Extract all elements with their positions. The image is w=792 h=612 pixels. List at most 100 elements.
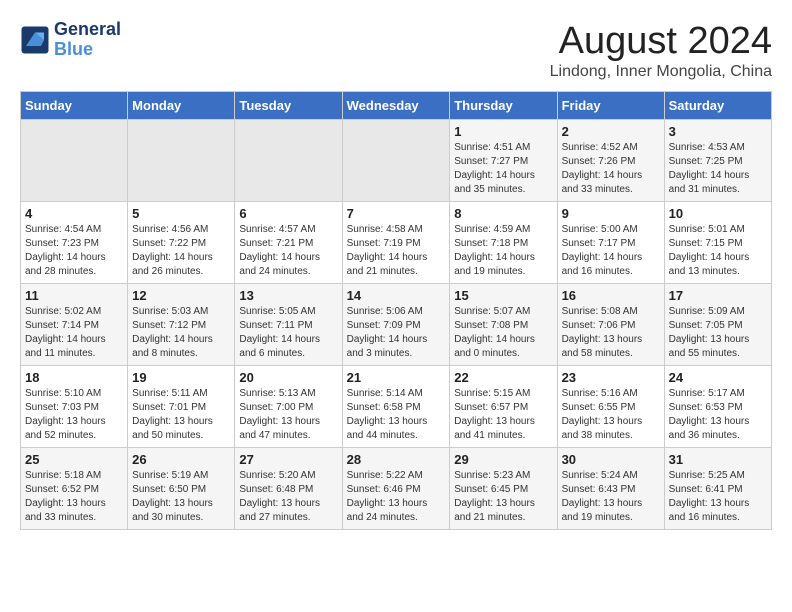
calendar-cell: 6 Sunrise: 4:57 AM Sunset: 7:21 PM Daylig… — [235, 202, 342, 284]
day-info: Sunrise: 5:10 AM Sunset: 7:03 PM Dayligh… — [25, 387, 123, 443]
calendar-cell: 30Sunrise: 5:24 AM Sunset: 6:43 PM Dayli… — [557, 448, 664, 530]
day-number: 6 — [239, 206, 337, 221]
calendar-cell: 8Sunrise: 4:59 AM Sunset: 7:18 PM Daylig… — [450, 202, 557, 284]
day-info: Sunrise: 5:02 AM Sunset: 7:14 PM Dayligh… — [25, 305, 123, 361]
calendar-cell: 27 Sunrise: 5:20 AM Sunset: 6:48 PM Dayli… — [235, 448, 342, 530]
day-info: Sunrise: 5:25 AM Sunset: 6:41 PM Dayligh… — [669, 469, 767, 525]
logo: General Blue — [20, 20, 121, 60]
calendar-cell: 20Sunrise: 5:13 AM Sunset: 7:00 PM Dayli… — [235, 366, 342, 448]
day-number: 10 — [669, 206, 767, 221]
day-number: 20 — [239, 370, 337, 385]
calendar-cell: 22 Sunrise: 5:15 AM Sunset: 6:57 PM Dayli… — [450, 366, 557, 448]
day-info: Sunrise: 4:54 AM Sunset: 7:23 PM Dayligh… — [25, 223, 123, 279]
day-info: Sunrise: 5:11 AM Sunset: 7:01 PM Dayligh… — [132, 387, 230, 443]
calendar-cell: 12Sunrise: 5:03 AM Sunset: 7:12 PM Dayli… — [128, 284, 235, 366]
calendar-week-4: 18 Sunrise: 5:10 AM Sunset: 7:03 PM Dayli… — [21, 366, 772, 448]
day-number: 8 — [454, 206, 552, 221]
calendar-cell: 31 Sunrise: 5:25 AM Sunset: 6:41 PM Dayli… — [664, 448, 771, 530]
calendar-header-row: Sunday Monday Tuesday Wednesday Thursday… — [21, 92, 772, 120]
day-number: 19 — [132, 370, 230, 385]
day-number: 15 — [454, 288, 552, 303]
day-number: 2 — [562, 124, 660, 139]
day-number: 26 — [132, 452, 230, 467]
day-number: 18 — [25, 370, 123, 385]
calendar-cell: 26 Sunrise: 5:19 AM Sunset: 6:50 PM Dayli… — [128, 448, 235, 530]
day-number: 24 — [669, 370, 767, 385]
day-info: Sunrise: 4:53 AM Sunset: 7:25 PM Dayligh… — [669, 141, 767, 197]
calendar-table: Sunday Monday Tuesday Wednesday Thursday… — [20, 91, 772, 530]
col-tuesday: Tuesday — [235, 92, 342, 120]
day-info: Sunrise: 5:20 AM Sunset: 6:48 PM Dayligh… — [239, 469, 337, 525]
calendar-cell: 13 Sunrise: 5:05 AM Sunset: 7:11 PM Dayli… — [235, 284, 342, 366]
day-number: 27 — [239, 452, 337, 467]
col-friday: Friday — [557, 92, 664, 120]
calendar-cell: 29 Sunrise: 5:23 AM Sunset: 6:45 PM Dayli… — [450, 448, 557, 530]
calendar-cell: 17 Sunrise: 5:09 AM Sunset: 7:05 PM Dayli… — [664, 284, 771, 366]
day-info: Sunrise: 5:08 AM Sunset: 7:06 PM Dayligh… — [562, 305, 660, 361]
day-info: Sunrise: 5:23 AM Sunset: 6:45 PM Dayligh… — [454, 469, 552, 525]
calendar-cell: 15 Sunrise: 5:07 AM Sunset: 7:08 PM Dayli… — [450, 284, 557, 366]
calendar-cell: 1 Sunrise: 4:51 AM Sunset: 7:27 PM Daylig… — [450, 120, 557, 202]
calendar-week-3: 11 Sunrise: 5:02 AM Sunset: 7:14 PM Dayli… — [21, 284, 772, 366]
day-info: Sunrise: 5:14 AM Sunset: 6:58 PM Dayligh… — [347, 387, 446, 443]
calendar-week-1: 1 Sunrise: 4:51 AM Sunset: 7:27 PM Daylig… — [21, 120, 772, 202]
calendar-week-2: 4 Sunrise: 4:54 AM Sunset: 7:23 PM Daylig… — [21, 202, 772, 284]
day-info: Sunrise: 5:16 AM Sunset: 6:55 PM Dayligh… — [562, 387, 660, 443]
calendar-cell — [128, 120, 235, 202]
calendar-cell: 28 Sunrise: 5:22 AM Sunset: 6:46 PM Dayli… — [342, 448, 450, 530]
calendar-cell — [342, 120, 450, 202]
day-info: Sunrise: 5:01 AM Sunset: 7:15 PM Dayligh… — [669, 223, 767, 279]
calendar-cell — [235, 120, 342, 202]
logo-icon — [20, 25, 50, 55]
page-header: General Blue August 2024 Lindong, Inner … — [20, 20, 772, 81]
day-info: Sunrise: 5:03 AM Sunset: 7:12 PM Dayligh… — [132, 305, 230, 361]
day-info: Sunrise: 5:00 AM Sunset: 7:17 PM Dayligh… — [562, 223, 660, 279]
day-number: 25 — [25, 452, 123, 467]
day-number: 22 — [454, 370, 552, 385]
day-info: Sunrise: 5:24 AM Sunset: 6:43 PM Dayligh… — [562, 469, 660, 525]
calendar-week-5: 25 Sunrise: 5:18 AM Sunset: 6:52 PM Dayli… — [21, 448, 772, 530]
day-number: 13 — [239, 288, 337, 303]
calendar-cell: 18 Sunrise: 5:10 AM Sunset: 7:03 PM Dayli… — [21, 366, 128, 448]
day-info: Sunrise: 4:51 AM Sunset: 7:27 PM Dayligh… — [454, 141, 552, 197]
col-wednesday: Wednesday — [342, 92, 450, 120]
day-info: Sunrise: 5:19 AM Sunset: 6:50 PM Dayligh… — [132, 469, 230, 525]
day-number: 28 — [347, 452, 446, 467]
calendar-cell: 4 Sunrise: 4:54 AM Sunset: 7:23 PM Daylig… — [21, 202, 128, 284]
day-number: 17 — [669, 288, 767, 303]
calendar-cell: 16 Sunrise: 5:08 AM Sunset: 7:06 PM Dayli… — [557, 284, 664, 366]
day-number: 31 — [669, 452, 767, 467]
calendar-cell: 5Sunrise: 4:56 AM Sunset: 7:22 PM Daylig… — [128, 202, 235, 284]
day-info: Sunrise: 4:52 AM Sunset: 7:26 PM Dayligh… — [562, 141, 660, 197]
day-number: 23 — [562, 370, 660, 385]
calendar-cell: 3Sunrise: 4:53 AM Sunset: 7:25 PM Daylig… — [664, 120, 771, 202]
day-info: Sunrise: 5:18 AM Sunset: 6:52 PM Dayligh… — [25, 469, 123, 525]
title-section: August 2024 Lindong, Inner Mongolia, Chi… — [550, 20, 772, 81]
col-sunday: Sunday — [21, 92, 128, 120]
calendar-cell: 14Sunrise: 5:06 AM Sunset: 7:09 PM Dayli… — [342, 284, 450, 366]
calendar-cell: 19 Sunrise: 5:11 AM Sunset: 7:01 PM Dayli… — [128, 366, 235, 448]
calendar-cell: 24 Sunrise: 5:17 AM Sunset: 6:53 PM Dayli… — [664, 366, 771, 448]
calendar-cell: 9 Sunrise: 5:00 AM Sunset: 7:17 PM Daylig… — [557, 202, 664, 284]
day-info: Sunrise: 5:15 AM Sunset: 6:57 PM Dayligh… — [454, 387, 552, 443]
day-number: 5 — [132, 206, 230, 221]
day-number: 16 — [562, 288, 660, 303]
calendar-body: 1 Sunrise: 4:51 AM Sunset: 7:27 PM Daylig… — [21, 120, 772, 530]
calendar-cell — [21, 120, 128, 202]
day-number: 29 — [454, 452, 552, 467]
day-info: Sunrise: 5:22 AM Sunset: 6:46 PM Dayligh… — [347, 469, 446, 525]
day-info: Sunrise: 5:09 AM Sunset: 7:05 PM Dayligh… — [669, 305, 767, 361]
day-number: 4 — [25, 206, 123, 221]
col-saturday: Saturday — [664, 92, 771, 120]
day-info: Sunrise: 4:57 AM Sunset: 7:21 PM Dayligh… — [239, 223, 337, 279]
day-info: Sunrise: 5:07 AM Sunset: 7:08 PM Dayligh… — [454, 305, 552, 361]
calendar-cell: 7Sunrise: 4:58 AM Sunset: 7:19 PM Daylig… — [342, 202, 450, 284]
day-number: 1 — [454, 124, 552, 139]
day-info: Sunrise: 5:05 AM Sunset: 7:11 PM Dayligh… — [239, 305, 337, 361]
page-subtitle: Lindong, Inner Mongolia, China — [550, 63, 772, 81]
day-number: 21 — [347, 370, 446, 385]
day-number: 11 — [25, 288, 123, 303]
col-thursday: Thursday — [450, 92, 557, 120]
day-info: Sunrise: 5:17 AM Sunset: 6:53 PM Dayligh… — [669, 387, 767, 443]
day-number: 9 — [562, 206, 660, 221]
